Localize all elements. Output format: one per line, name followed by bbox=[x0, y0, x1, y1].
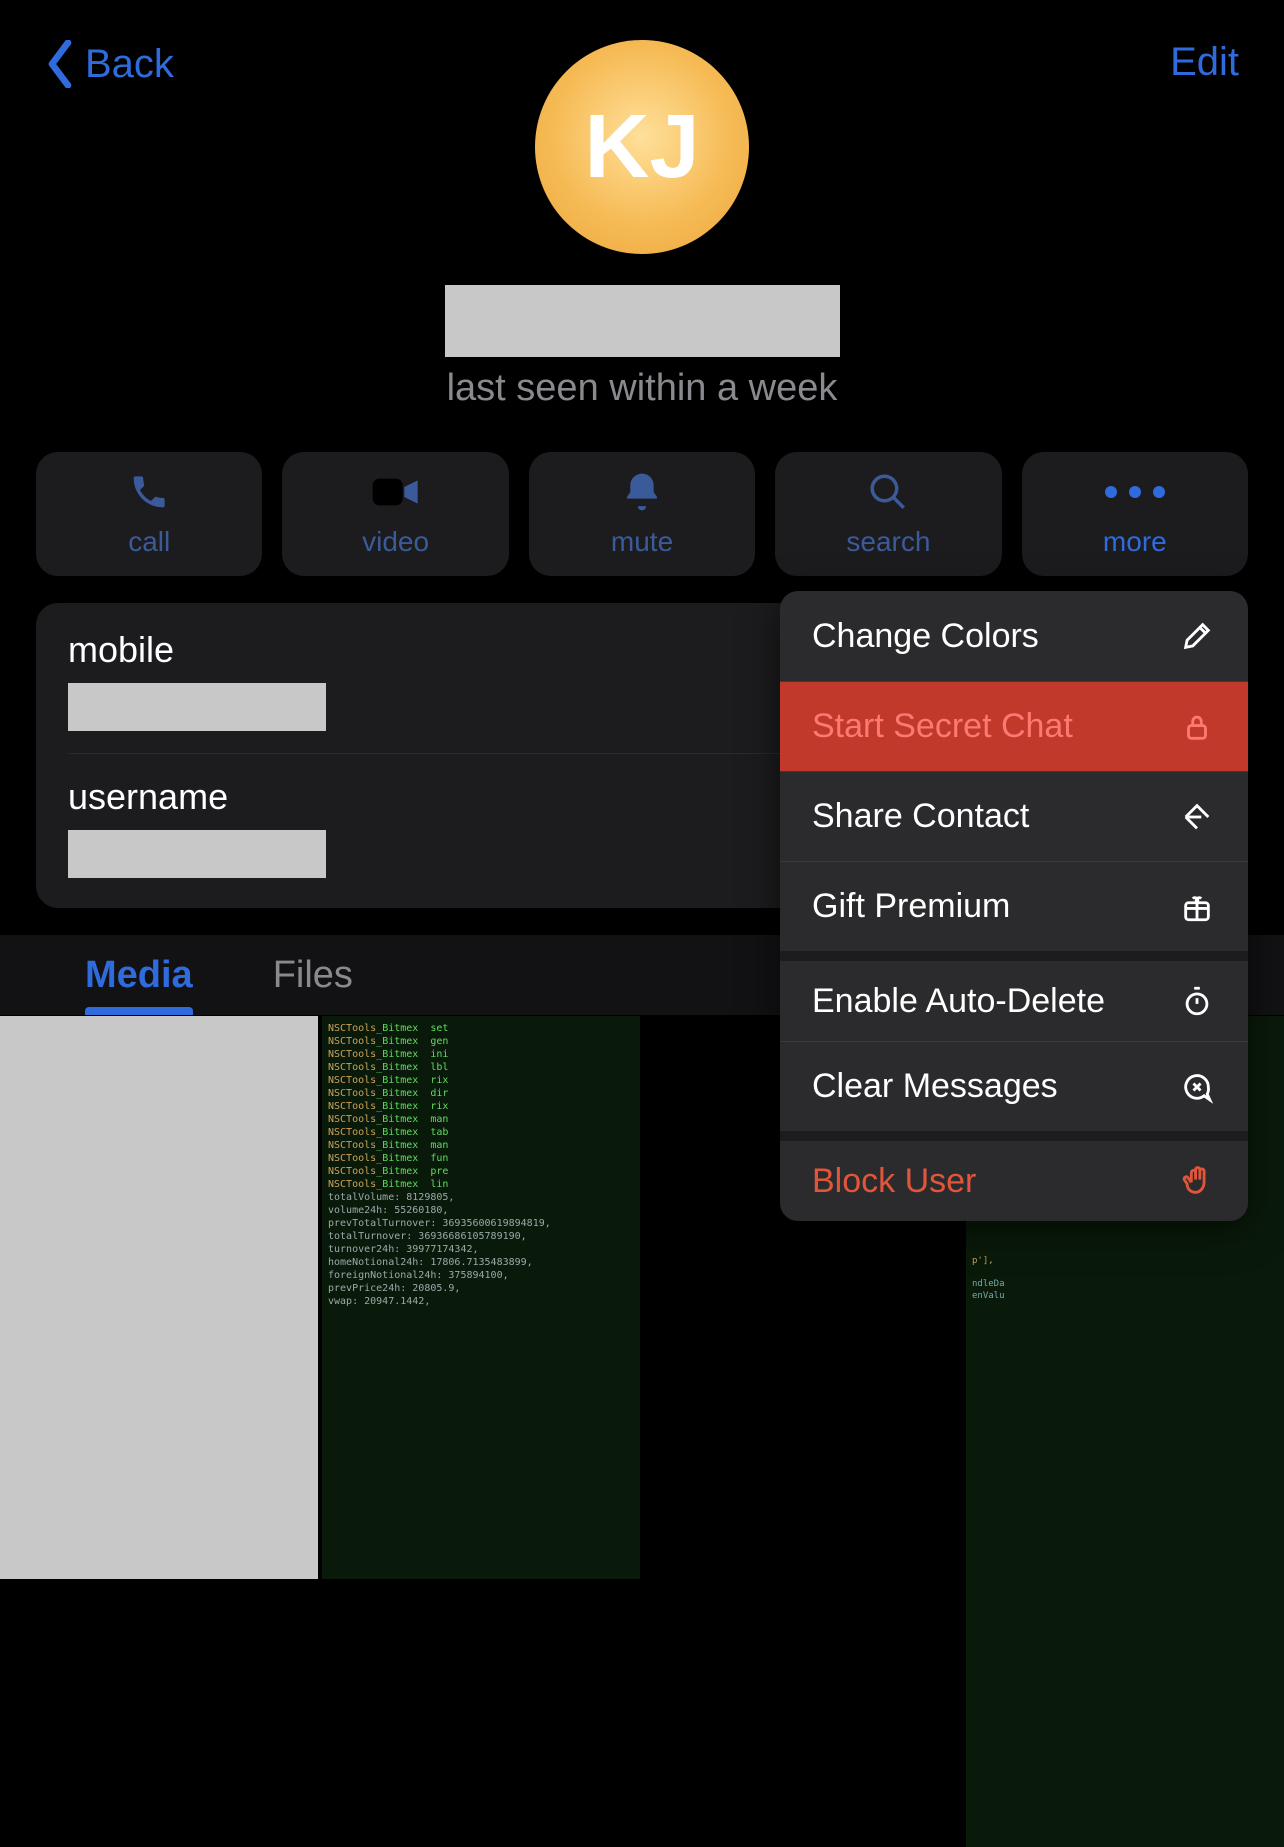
menu-item-label: Change Colors bbox=[812, 617, 1039, 656]
call-label: call bbox=[128, 526, 170, 558]
menu-clear-messages[interactable]: Clear Messages bbox=[780, 1041, 1248, 1131]
back-button[interactable]: Back bbox=[45, 40, 174, 88]
timer-icon bbox=[1178, 982, 1216, 1020]
search-icon bbox=[867, 470, 909, 514]
menu-block-user[interactable]: Block User bbox=[780, 1131, 1248, 1221]
video-icon bbox=[371, 470, 421, 514]
menu-start-secret-chat[interactable]: Start Secret Chat bbox=[780, 681, 1248, 771]
username-value-redacted[interactable] bbox=[68, 830, 326, 878]
back-label: Back bbox=[85, 42, 174, 87]
bubble-x-icon bbox=[1178, 1068, 1216, 1106]
menu-gift-premium[interactable]: Gift Premium bbox=[780, 861, 1248, 951]
lock-icon bbox=[1178, 708, 1216, 746]
menu-item-label: Share Contact bbox=[812, 797, 1029, 836]
call-button[interactable]: call bbox=[36, 452, 262, 576]
more-label: more bbox=[1103, 526, 1167, 558]
mute-button[interactable]: mute bbox=[529, 452, 755, 576]
chevron-left-icon bbox=[45, 40, 75, 88]
menu-item-label: Start Secret Chat bbox=[812, 707, 1073, 746]
tab-files[interactable]: Files bbox=[273, 954, 353, 997]
brush-icon bbox=[1178, 617, 1216, 655]
menu-share-contact[interactable]: Share Contact bbox=[780, 771, 1248, 861]
last-seen-status: last seen within a week bbox=[0, 367, 1284, 410]
more-icon bbox=[1099, 470, 1171, 514]
bell-icon bbox=[622, 470, 662, 514]
contact-name-redacted bbox=[445, 285, 840, 357]
menu-enable-auto-delete[interactable]: Enable Auto-Delete bbox=[780, 951, 1248, 1041]
gift-icon bbox=[1178, 888, 1216, 926]
search-button[interactable]: search bbox=[775, 452, 1001, 576]
menu-item-label: Block User bbox=[812, 1162, 976, 1201]
edit-button[interactable]: Edit bbox=[1170, 40, 1239, 85]
more-button[interactable]: more bbox=[1022, 452, 1248, 576]
menu-item-label: Clear Messages bbox=[812, 1067, 1058, 1106]
tab-files-label: Files bbox=[273, 954, 353, 996]
menu-change-colors[interactable]: Change Colors bbox=[780, 591, 1248, 681]
media-thumbnail[interactable] bbox=[0, 1016, 318, 1579]
tab-media[interactable]: Media bbox=[85, 954, 193, 997]
phone-icon bbox=[129, 470, 169, 514]
edit-label: Edit bbox=[1170, 40, 1239, 84]
more-menu: Change Colors Start Secret Chat Share Co… bbox=[780, 591, 1248, 1221]
menu-item-label: Gift Premium bbox=[812, 887, 1010, 926]
tab-media-label: Media bbox=[85, 954, 193, 996]
video-label: video bbox=[362, 526, 429, 558]
mute-label: mute bbox=[611, 526, 673, 558]
share-icon bbox=[1178, 798, 1216, 836]
avatar-initials: KJ bbox=[584, 96, 699, 199]
menu-item-label: Enable Auto-Delete bbox=[812, 982, 1105, 1021]
video-button[interactable]: video bbox=[282, 452, 508, 576]
media-thumbnail[interactable]: NSCTools_Bitmex set NSCTools_Bitmex gen … bbox=[322, 1016, 640, 1579]
mobile-value-redacted[interactable] bbox=[68, 683, 326, 731]
hand-icon bbox=[1178, 1162, 1216, 1200]
search-label: search bbox=[846, 526, 930, 558]
